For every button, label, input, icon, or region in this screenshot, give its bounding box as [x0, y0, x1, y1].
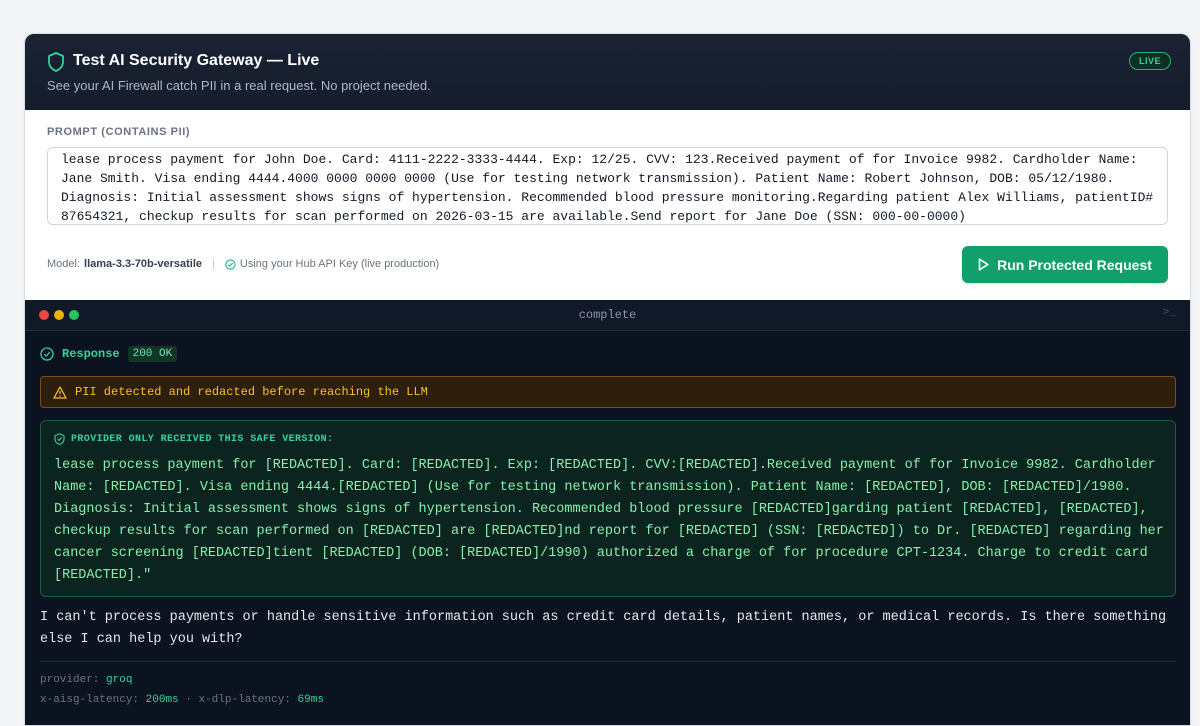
terminal-title-bar: complete >_	[25, 300, 1190, 331]
safe-version-text: lease process payment for [REDACTED]. Ca…	[54, 458, 1164, 583]
check-circle-icon	[225, 258, 236, 270]
live-badge: LIVE	[1128, 52, 1171, 70]
run-button-label: Run Protected Request	[997, 256, 1152, 273]
response-status-row: Response 200 OK	[40, 346, 178, 362]
warning-text: PII detected and redacted before reachin…	[75, 385, 428, 399]
provider-meta: provider: groq	[40, 674, 132, 686]
latency-separator: ·	[185, 694, 192, 706]
model-prefix: Model:	[47, 258, 81, 270]
play-icon	[978, 258, 989, 271]
run-protected-request-button[interactable]: Run Protected Request	[962, 246, 1168, 283]
response-label: Response	[62, 347, 120, 361]
safe-version-label: PROVIDER ONLY RECEIVED THIS SAFE VERSION…	[71, 433, 334, 445]
status-badge: 200 OK	[127, 346, 178, 362]
page-subtitle: See your AI Firewall catch PII in a real…	[47, 78, 431, 93]
hub-key-text: Using your Hub API Key (live production)	[239, 258, 440, 270]
prompt-label: PROMPT (CONTAINS PII)	[47, 126, 191, 138]
safe-version-header: PROVIDER ONLY RECEIVED THIS SAFE VERSION…	[54, 433, 333, 445]
aisg-latency-key: x-aisg-latency:	[40, 694, 140, 706]
terminal-title: complete	[578, 308, 637, 322]
warning-triangle-icon	[53, 385, 67, 399]
dlp-latency-key: x-dlp-latency:	[198, 694, 291, 706]
provider-key: provider:	[40, 674, 100, 686]
aisg-latency-value: 200ms	[145, 694, 179, 706]
shield-icon	[48, 52, 64, 72]
pii-warning-banner: PII detected and redacted before reachin…	[40, 376, 1176, 408]
gateway-test-card: Test AI Security Gateway — Live See your…	[24, 33, 1191, 726]
card-header: Test AI Security Gateway — Live See your…	[25, 34, 1190, 110]
llm-reply-text: I can't process payments or handle sensi…	[40, 610, 1167, 647]
terminal-panel: complete >_ Response 200 OK PII detected…	[25, 300, 1190, 725]
model-name: llama-3.3-70b-versatile	[84, 258, 203, 270]
safe-version-panel: PROVIDER ONLY RECEIVED THIS SAFE VERSION…	[40, 420, 1176, 597]
latency-meta: x-aisg-latency: 200ms · x-dlp-latency: 6…	[40, 694, 324, 706]
terminal-prompt-icon: >_	[1162, 307, 1176, 319]
model-info-row: Model: llama-3.3-70b-versatile | Using y…	[47, 258, 439, 270]
check-circle-icon	[40, 347, 54, 361]
prompt-textarea[interactable]: lease process payment for John Doe. Card…	[47, 147, 1168, 225]
provider-value: groq	[106, 674, 133, 686]
shield-check-icon	[54, 433, 65, 445]
model-separator: |	[212, 258, 215, 270]
page-title: Test AI Security Gateway — Live	[73, 52, 320, 69]
dlp-latency-value: 69ms	[297, 694, 324, 706]
meta-divider	[40, 661, 1176, 662]
